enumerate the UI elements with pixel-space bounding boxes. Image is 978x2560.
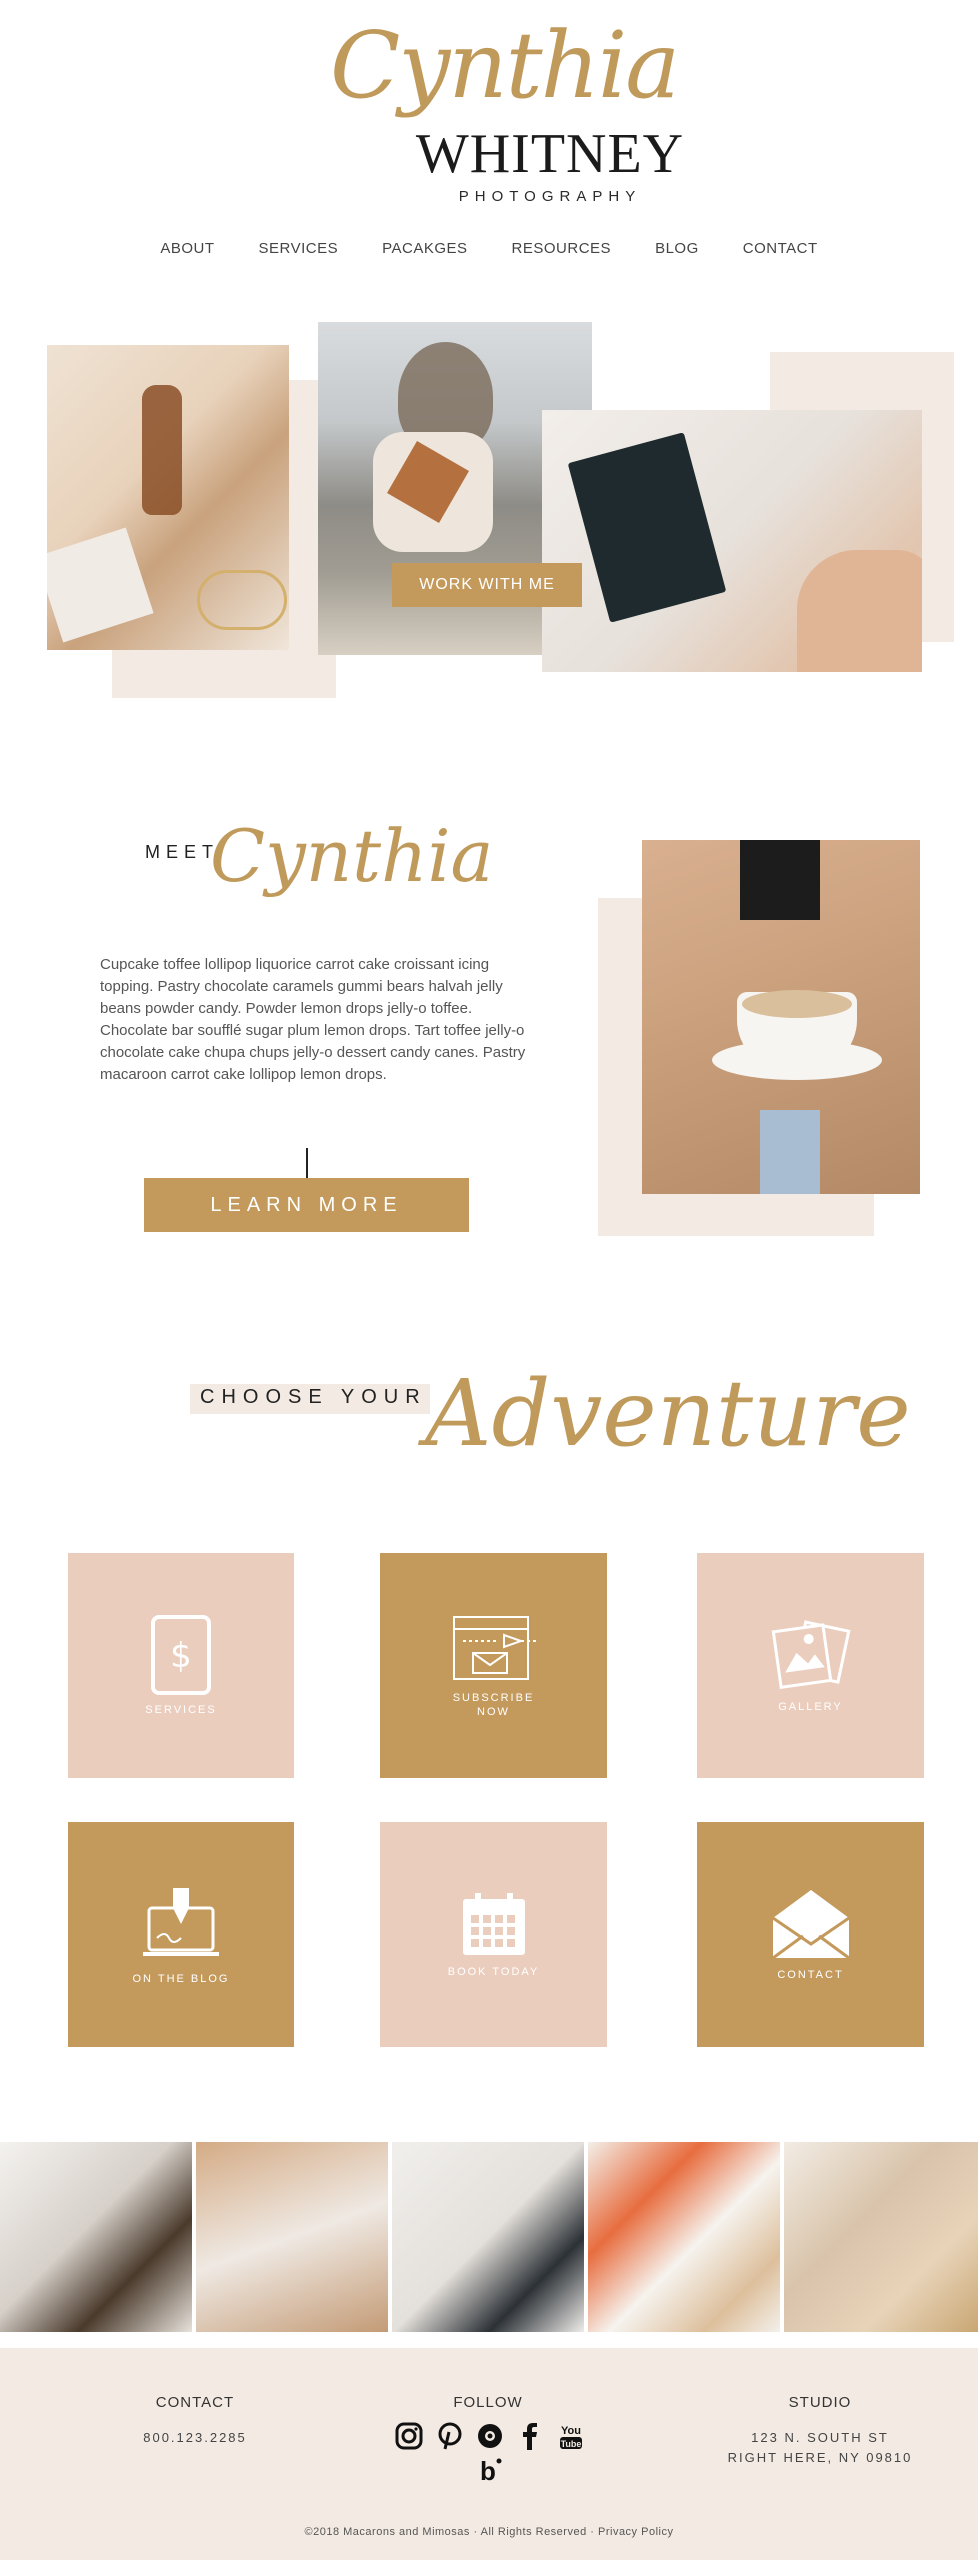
main-nav: ABOUT SERVICES PACAKGES RESOURCES BLOG C… bbox=[0, 240, 978, 262]
rights-text: All Rights Reserved bbox=[480, 2526, 587, 2538]
instagram-photo-2[interactable] bbox=[196, 2142, 388, 2332]
instagram-photo-3[interactable] bbox=[392, 2142, 584, 2332]
svg-text:Tube: Tube bbox=[560, 2439, 581, 2449]
tile-subscribe[interactable]: SUBSCRIBE NOW bbox=[380, 1553, 607, 1778]
tile-blog[interactable]: ON THE BLOG bbox=[68, 1822, 294, 2047]
instagram-icon[interactable] bbox=[395, 2422, 423, 2450]
bloglovin-icon[interactable]: b bbox=[476, 2455, 504, 2486]
nav-services[interactable]: SERVICES bbox=[259, 240, 339, 262]
logo-name[interactable]: WHITNEY bbox=[410, 126, 690, 182]
nav-contact[interactable]: CONTACT bbox=[743, 240, 818, 262]
meet-script: Cynthia bbox=[210, 814, 494, 898]
footer-studio-heading: STUDIO bbox=[788, 2394, 852, 2411]
notebook-shape bbox=[567, 432, 727, 623]
footer-address-line1: 123 N. SOUTH ST bbox=[751, 2430, 889, 2445]
photos-icon bbox=[771, 1619, 851, 1689]
svg-text:$: $ bbox=[170, 1636, 192, 1676]
work-with-me-button[interactable]: WORK WITH ME bbox=[392, 563, 582, 607]
instagram-photo-1[interactable] bbox=[0, 2142, 192, 2332]
copyright-bar: ©2018 Macarons and Mimosas · All Rights … bbox=[0, 2526, 978, 2538]
pinterest-icon[interactable] bbox=[436, 2422, 464, 2450]
purse-shape bbox=[197, 570, 287, 630]
tile-label-blog: ON THE BLOG bbox=[132, 1972, 230, 1985]
logo-subtitle: PHOTOGRAPHY bbox=[458, 188, 642, 205]
hero-photo-desk bbox=[47, 345, 289, 650]
jeans-shape bbox=[760, 1110, 820, 1194]
youtube-icon[interactable]: You Tube bbox=[557, 2422, 585, 2450]
calendar-icon bbox=[462, 1892, 525, 1955]
footer-phone[interactable]: 800.123.2285 bbox=[95, 2428, 295, 2448]
adventure-script: Adventure bbox=[425, 1360, 911, 1467]
meet-photo-coffee bbox=[642, 840, 920, 1194]
footer-contact-heading: CONTACT bbox=[155, 2394, 235, 2411]
bio-text: Cupcake toffee lollipop liquorice carrot… bbox=[100, 956, 526, 1083]
tile-services[interactable]: $ SERVICES bbox=[68, 1553, 294, 1778]
nav-resources[interactable]: RESOURCES bbox=[512, 240, 612, 262]
nav-blog[interactable]: BLOG bbox=[655, 240, 699, 262]
facebook-icon[interactable] bbox=[516, 2422, 544, 2450]
tablet-dollar-icon: $ bbox=[151, 1614, 211, 1695]
instagram-photo-5[interactable] bbox=[784, 2142, 978, 2332]
newsletter-icon bbox=[452, 1615, 537, 1680]
separator-dot: · bbox=[590, 2526, 598, 2538]
hero-photo-bed bbox=[542, 410, 922, 672]
site-footer: CONTACT 800.123.2285 FOLLOW You Tube b ST… bbox=[0, 2348, 978, 2560]
laptop-pen-icon bbox=[143, 1887, 219, 1956]
choose-label: CHOOSE YOUR bbox=[200, 1386, 427, 1408]
footer-address-line2: RIGHT HERE, NY 09810 bbox=[727, 2450, 913, 2465]
tile-gallery[interactable]: GALLERY bbox=[697, 1553, 924, 1778]
tile-label-subscribe: SUBSCRIBE NOW bbox=[452, 1691, 535, 1718]
instagram-photo-4[interactable] bbox=[588, 2142, 780, 2332]
vase-shape bbox=[142, 385, 182, 515]
tile-contact[interactable]: CONTACT bbox=[697, 1822, 924, 2047]
tile-label-gallery: GALLERY bbox=[778, 1700, 843, 1713]
tile-label-contact: CONTACT bbox=[777, 1968, 844, 1981]
svg-text:You: You bbox=[561, 2425, 581, 2437]
tile-book[interactable]: BOOK TODAY bbox=[380, 1822, 607, 2047]
book-shape bbox=[47, 527, 154, 643]
meet-label: MEET bbox=[145, 842, 220, 862]
nav-packages[interactable]: PACAKGES bbox=[382, 240, 467, 262]
coffee-shape bbox=[742, 990, 852, 1018]
social-links: You Tube b bbox=[380, 2422, 600, 2488]
dribbble-icon[interactable] bbox=[476, 2422, 504, 2450]
tile-label-services: SERVICES bbox=[145, 1703, 217, 1716]
copyright-text: ©2018 Macarons and Mimosas bbox=[304, 2526, 470, 2538]
footer-follow-heading: FOLLOW bbox=[453, 2394, 523, 2411]
privacy-link[interactable]: Privacy Policy bbox=[598, 2526, 673, 2538]
legs-shape bbox=[797, 550, 922, 672]
instagram-strip bbox=[0, 2142, 978, 2332]
tile-label-book: BOOK TODAY bbox=[447, 1965, 540, 1978]
svg-text:b: b bbox=[480, 2456, 496, 2483]
nav-about[interactable]: ABOUT bbox=[160, 240, 214, 262]
logo-script[interactable]: Cynthia bbox=[330, 20, 690, 112]
envelope-icon bbox=[771, 1889, 850, 1959]
top-shape bbox=[740, 840, 820, 920]
separator-dot: · bbox=[473, 2526, 481, 2538]
learn-more-button[interactable]: LEARN MORE bbox=[144, 1178, 469, 1232]
